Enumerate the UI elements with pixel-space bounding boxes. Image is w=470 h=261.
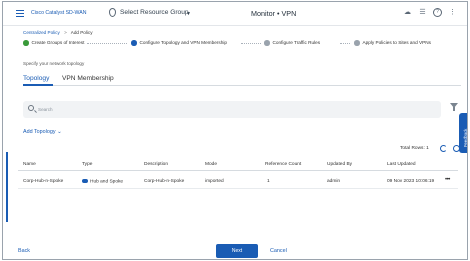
table-header: Name Type Description Mode Reference Cou… [18, 159, 458, 171]
table-row[interactable]: Corp-Hub-n-Spoke Hub and Spoke Corp-Hub-… [18, 175, 458, 189]
step-create-groups[interactable]: Create Groups of Interest [23, 40, 84, 46]
column-header-description[interactable]: Description [144, 162, 168, 167]
column-header-mode[interactable]: Mode [205, 162, 217, 167]
resource-group-select[interactable]: Select Resource Group [120, 9, 189, 16]
back-button[interactable]: Back [18, 248, 30, 254]
search-input[interactable] [38, 104, 418, 114]
header-actions: ☁ ☰ ? ⋮ [403, 8, 457, 17]
active-tab-indicator [23, 84, 53, 86]
step-traffic-rules[interactable]: Configure Traffic Rules [264, 40, 320, 46]
step-connector [87, 43, 127, 44]
breadcrumb: Centralized Policy > Add Policy [23, 30, 93, 35]
search-icon [28, 105, 34, 111]
hub-spoke-icon [82, 179, 88, 183]
step-connector [340, 43, 350, 44]
left-accent-bar [6, 152, 8, 222]
location-pin-icon[interactable] [109, 8, 116, 17]
app-window: Cisco Catalyst SD-WAN Select Resource Gr… [2, 1, 468, 260]
breadcrumb-current: Add Policy [70, 30, 93, 35]
top-header: Cisco Catalyst SD-WAN Select Resource Gr… [3, 2, 467, 26]
breadcrumb-separator: > [64, 30, 67, 35]
search-bar [23, 101, 441, 118]
row-actions-icon[interactable]: ••• [445, 177, 450, 183]
page-title: Monitor • VPN [251, 9, 297, 18]
wizard-stepper: Create Groups of Interest Configure Topo… [23, 40, 453, 50]
help-icon[interactable]: ? [433, 8, 442, 17]
total-rows-count: Total Rows: 1 [400, 146, 429, 151]
step-connector [241, 43, 261, 44]
filter-icon[interactable] [450, 103, 458, 111]
hamburger-menu-icon[interactable] [16, 10, 24, 17]
list-icon[interactable]: ☰ [418, 8, 427, 17]
refresh-icon[interactable] [440, 145, 447, 152]
column-header-type[interactable]: Type [82, 162, 92, 167]
cell-last-updated: 09 Nov 2023 10:06:19 [387, 179, 435, 184]
cell-type-label: Hub and Spoke [90, 179, 124, 185]
column-header-last-updated[interactable]: Last Updated [387, 162, 416, 167]
brand-name: Cisco Catalyst SD-WAN [31, 10, 87, 16]
next-button[interactable]: Next [216, 244, 258, 258]
step-pending-icon [354, 40, 360, 46]
more-vertical-icon[interactable]: ⋮ [448, 8, 457, 17]
cell-description: Corp-Hub-n-Spoke [144, 179, 185, 184]
cell-updated-by: admin [327, 179, 341, 184]
step-configure-topology[interactable]: Configure Topology and VPN Membership [131, 40, 227, 46]
step-apply-policies[interactable]: Apply Policies to Sites and VPNs [354, 40, 431, 46]
cancel-button[interactable]: Cancel [270, 248, 287, 254]
cell-name: Corp-Hub-n-Spoke [23, 179, 64, 184]
chevron-down-icon[interactable]: ▼ [186, 11, 191, 17]
cell-mode: imported [205, 179, 224, 184]
column-header-name[interactable]: Name [23, 162, 36, 167]
intro-text: Specify your network topology [23, 61, 85, 66]
tab-vpn-membership[interactable]: VPN Membership [62, 75, 114, 82]
column-header-reference-count[interactable]: Reference Count [265, 162, 301, 167]
cell-reference-count: 1 [267, 179, 270, 184]
step-label: Create Groups of Interest [31, 40, 85, 46]
tab-topology[interactable]: Topology [23, 75, 49, 82]
cloud-icon[interactable]: ☁ [403, 8, 412, 17]
add-topology-button[interactable]: Add Topology ⌄ [23, 129, 62, 135]
step-active-icon [131, 40, 137, 46]
step-label: Configure Traffic Rules [272, 40, 321, 46]
step-complete-icon [23, 40, 29, 46]
step-pending-icon [264, 40, 270, 46]
step-label: Configure Topology and VPN Membership [139, 40, 227, 46]
tab-bar: Topology VPN Membership [23, 74, 461, 86]
feedback-tab[interactable]: Feedback [459, 113, 468, 153]
column-header-updated-by[interactable]: Updated By [327, 162, 352, 167]
add-topology-label: Add Topology [23, 129, 56, 135]
breadcrumb-link[interactable]: Centralized Policy [23, 30, 60, 35]
step-label: Apply Policies to Sites and VPNs [362, 40, 432, 46]
cell-type: Hub and Spoke [82, 179, 123, 184]
feedback-label: Feedback [463, 128, 468, 147]
